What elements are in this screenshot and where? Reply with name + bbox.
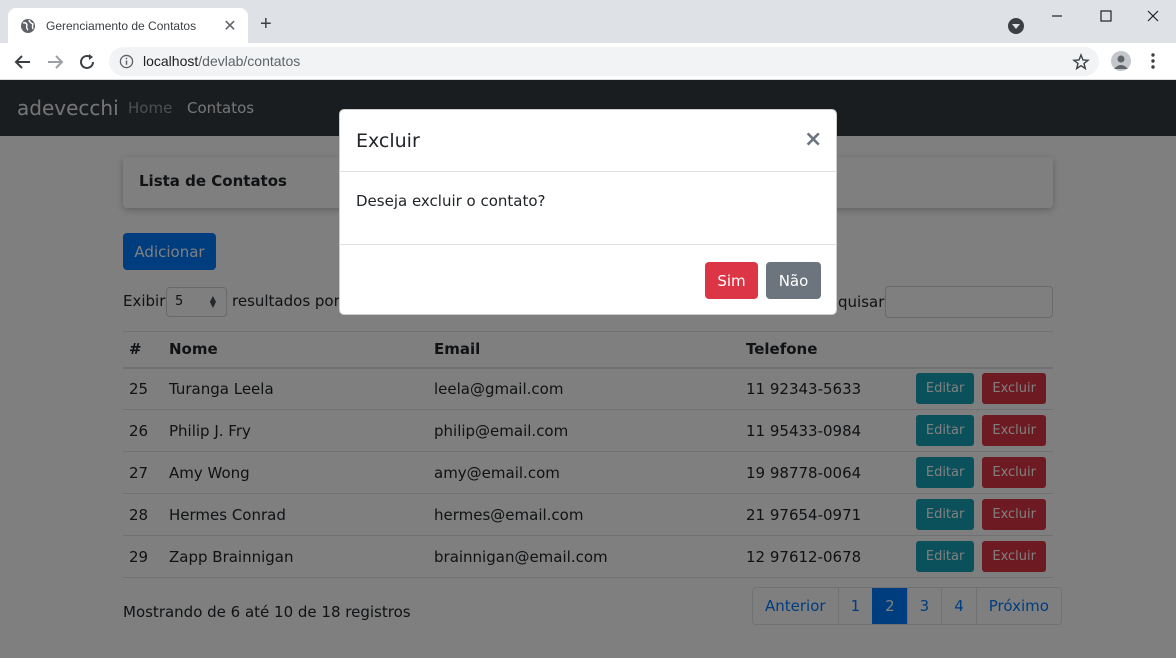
confirm-no-button[interactable]: Não — [766, 262, 821, 299]
url-host: localhost — [143, 53, 199, 69]
modal-title: Excluir — [356, 130, 420, 152]
close-window-icon[interactable] — [1143, 6, 1163, 26]
menu-kebab-icon[interactable] — [1146, 51, 1160, 71]
close-tab-icon[interactable]: ✕ — [222, 17, 238, 34]
info-icon[interactable] — [119, 54, 134, 69]
maximize-icon[interactable] — [1096, 6, 1116, 26]
modal-message: Deseja excluir o contato? — [356, 192, 546, 210]
confirm-yes-button[interactable]: Sim — [705, 262, 758, 299]
close-icon[interactable]: × — [804, 129, 822, 151]
modal-header: Excluir × — [340, 110, 836, 172]
new-tab-button[interactable]: + — [260, 14, 272, 34]
profile-avatar-icon[interactable] — [1111, 51, 1131, 71]
forward-arrow-icon[interactable] — [44, 51, 66, 73]
browser-toolbar: localhost/devlab/contatos — [0, 43, 1176, 80]
minimize-icon[interactable] — [1047, 6, 1067, 26]
back-arrow-icon[interactable] — [12, 51, 34, 73]
bookmark-star-icon[interactable] — [1072, 53, 1090, 71]
address-bar[interactable]: localhost/devlab/contatos — [109, 47, 1099, 76]
url-text: localhost/devlab/contatos — [143, 53, 300, 69]
reload-icon[interactable] — [76, 51, 98, 73]
globe-icon — [21, 18, 35, 33]
browser-tab[interactable]: Gerenciamento de Contatos ✕ — [8, 8, 248, 43]
url-path: /devlab/contatos — [198, 53, 301, 69]
tab-title: Gerenciamento de Contatos — [46, 18, 197, 33]
browser-tab-strip: Gerenciamento de Contatos ✕ + — [0, 0, 1176, 43]
modal-footer: Sim Não — [340, 244, 836, 314]
delete-confirm-modal: Excluir × Deseja excluir o contato? Sim … — [339, 109, 837, 315]
tab-search-icon[interactable] — [1008, 18, 1024, 34]
